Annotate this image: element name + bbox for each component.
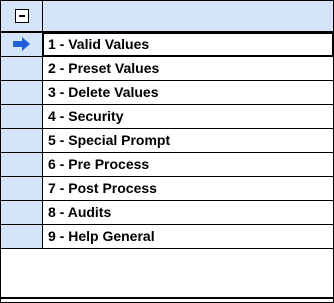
row-selector[interactable] [1,105,43,128]
row-label: 1 - Valid Values [48,36,150,52]
row-selector[interactable] [1,201,43,224]
grid-row[interactable]: 7 - Post Process [1,177,333,201]
row-selector[interactable] [1,225,43,248]
grid-row[interactable]: 5 - Special Prompt [1,129,333,153]
row-selector[interactable] [1,57,43,80]
grid-row[interactable]: 2 - Preset Values [1,57,333,81]
grid-row[interactable]: 1 - Valid Values [1,33,333,57]
row-label: 4 - Security [48,108,124,124]
grid-header [1,1,333,33]
grid-row[interactable]: 8 - Audits [1,201,333,225]
row-label: 7 - Post Process [48,180,157,196]
row-label: 9 - Help General [48,228,155,244]
row-selector[interactable] [1,177,43,200]
grid-row[interactable]: 3 - Delete Values [1,81,333,105]
row-label: 8 - Audits [48,204,112,220]
grid-rows: 1 - Valid Values 2 - Preset Values 3 - D… [1,33,333,249]
grid-bottom-border [1,297,333,299]
row-selector[interactable] [1,81,43,104]
grid-row[interactable]: 9 - Help General [1,225,333,249]
row-label: 3 - Delete Values [48,84,159,100]
minus-box-icon[interactable] [15,9,29,23]
row-label: 6 - Pre Process [48,156,150,172]
grid-row[interactable]: 6 - Pre Process [1,153,333,177]
minus-bar [19,15,25,17]
row-label: 2 - Preset Values [48,60,160,76]
row-selector[interactable] [1,153,43,176]
grid-corner-cell [1,1,43,31]
row-selector[interactable] [1,129,43,152]
options-grid: 1 - Valid Values 2 - Preset Values 3 - D… [0,0,334,303]
grid-row[interactable]: 4 - Security [1,105,333,129]
row-label: 5 - Special Prompt [48,132,171,148]
row-selector[interactable] [1,33,43,56]
right-arrow-icon [13,37,30,51]
